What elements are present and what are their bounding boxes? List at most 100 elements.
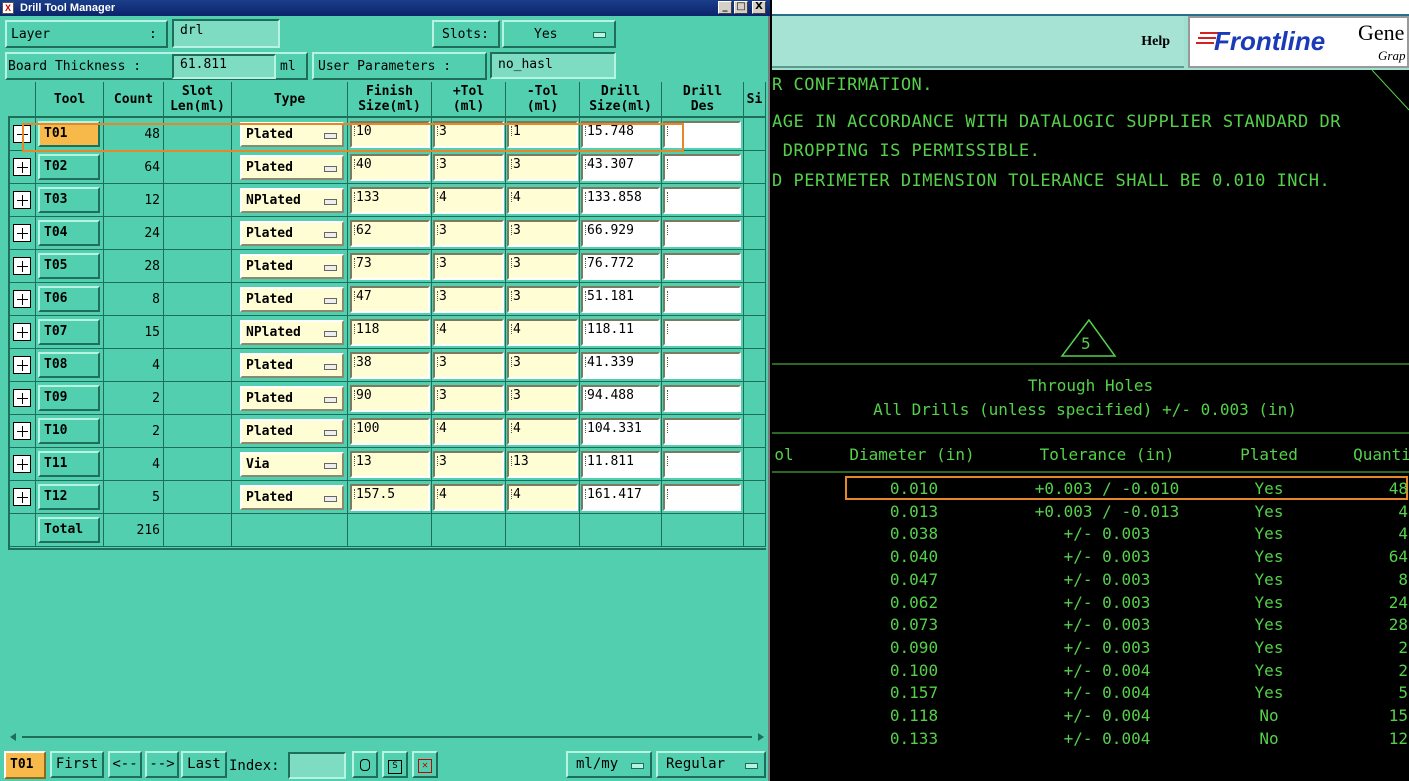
minus-tol-input[interactable]: 3 bbox=[507, 220, 578, 247]
minus-tol-input[interactable]: 3 bbox=[507, 253, 578, 280]
drill-size-input[interactable]: 41.339 bbox=[581, 352, 660, 379]
drill-des-input[interactable] bbox=[663, 385, 741, 412]
minus-tol-input[interactable]: 3 bbox=[507, 286, 578, 313]
slots-dropdown[interactable]: Yes bbox=[502, 20, 616, 48]
finish-size-input[interactable]: 13 bbox=[350, 451, 430, 478]
type-dropdown[interactable]: Plated bbox=[240, 386, 344, 411]
finish-size-input[interactable]: 10 bbox=[350, 121, 430, 148]
type-dropdown[interactable]: Plated bbox=[240, 419, 344, 444]
tool-button[interactable]: T10 bbox=[38, 418, 100, 444]
maximize-button[interactable]: □ bbox=[734, 1, 748, 14]
finish-size-input[interactable]: 47 bbox=[350, 286, 430, 313]
tool-button[interactable]: T11 bbox=[38, 451, 100, 477]
type-dropdown[interactable]: Plated bbox=[240, 155, 344, 180]
expand-icon[interactable] bbox=[13, 356, 31, 374]
plus-tol-input[interactable]: 3 bbox=[433, 385, 504, 412]
next-button[interactable]: --> bbox=[145, 751, 179, 778]
type-dropdown[interactable]: Plated bbox=[240, 353, 344, 378]
scroll-left-icon[interactable] bbox=[10, 733, 16, 741]
expand-icon[interactable] bbox=[13, 125, 31, 143]
type-dropdown[interactable]: Plated bbox=[240, 122, 344, 147]
tool-button[interactable]: T09 bbox=[38, 385, 100, 411]
finish-size-input[interactable]: 157.5 bbox=[350, 484, 430, 511]
minus-tol-input[interactable]: 4 bbox=[507, 418, 578, 445]
scroll-track[interactable] bbox=[22, 736, 752, 738]
drill-des-input[interactable] bbox=[663, 484, 741, 511]
type-dropdown[interactable]: NPlated bbox=[240, 188, 344, 213]
finish-size-input[interactable]: 100 bbox=[350, 418, 430, 445]
type-dropdown[interactable]: Via bbox=[240, 452, 344, 477]
scroll-right-icon[interactable] bbox=[758, 733, 764, 741]
tool-button[interactable]: T12 bbox=[38, 484, 100, 510]
type-dropdown[interactable]: NPlated bbox=[240, 320, 344, 345]
refresh-button[interactable]: S bbox=[382, 751, 408, 778]
drill-size-input[interactable]: 118.11 bbox=[581, 319, 660, 346]
find-button[interactable] bbox=[352, 751, 378, 778]
minus-tol-input[interactable]: 4 bbox=[507, 319, 578, 346]
drill-des-input[interactable] bbox=[663, 451, 741, 478]
expand-icon[interactable] bbox=[13, 290, 31, 308]
type-dropdown[interactable]: Plated bbox=[240, 485, 344, 510]
minus-tol-input[interactable]: 1 bbox=[507, 121, 578, 148]
drill-size-input[interactable]: 43.307 bbox=[581, 154, 660, 181]
drill-size-input[interactable]: 133.858 bbox=[581, 187, 660, 214]
expand-icon[interactable] bbox=[13, 389, 31, 407]
drill-size-input[interactable]: 94.488 bbox=[581, 385, 660, 412]
type-dropdown[interactable]: Plated bbox=[240, 287, 344, 312]
finish-size-input[interactable]: 73 bbox=[350, 253, 430, 280]
tool-button[interactable]: T01 bbox=[38, 121, 100, 147]
mode-dropdown[interactable]: Regular bbox=[656, 751, 766, 778]
board-thickness-input[interactable]: 61.811 bbox=[172, 54, 276, 79]
plus-tol-input[interactable]: 4 bbox=[433, 418, 504, 445]
minimize-button[interactable]: _ bbox=[718, 1, 732, 14]
last-button[interactable]: Last bbox=[181, 751, 227, 778]
tool-button[interactable]: T05 bbox=[38, 253, 100, 279]
drill-des-input[interactable] bbox=[663, 154, 741, 181]
plus-tol-input[interactable]: 3 bbox=[433, 286, 504, 313]
plus-tol-input[interactable]: 3 bbox=[433, 154, 504, 181]
drill-size-input[interactable]: 104.331 bbox=[581, 418, 660, 445]
drill-size-input[interactable]: 15.748 bbox=[581, 121, 660, 148]
close-button[interactable]: X bbox=[752, 1, 766, 14]
type-dropdown[interactable]: Plated bbox=[240, 254, 344, 279]
tool-button[interactable]: T03 bbox=[38, 187, 100, 213]
expand-icon[interactable] bbox=[13, 422, 31, 440]
drill-size-input[interactable]: 51.181 bbox=[581, 286, 660, 313]
plus-tol-input[interactable]: 3 bbox=[433, 121, 504, 148]
user-params-input[interactable]: no_hasl bbox=[490, 52, 616, 79]
expand-icon[interactable] bbox=[13, 224, 31, 242]
plus-tol-input[interactable]: 3 bbox=[433, 220, 504, 247]
finish-size-input[interactable]: 118 bbox=[350, 319, 430, 346]
plus-tol-input[interactable]: 4 bbox=[433, 319, 504, 346]
type-dropdown[interactable]: Plated bbox=[240, 221, 344, 246]
help-button[interactable]: Help bbox=[772, 16, 1184, 68]
minus-tol-input[interactable]: 13 bbox=[507, 451, 578, 478]
finish-size-input[interactable]: 90 bbox=[350, 385, 430, 412]
plus-tol-input[interactable]: 4 bbox=[433, 484, 504, 511]
finish-size-input[interactable]: 133 bbox=[350, 187, 430, 214]
drill-size-input[interactable]: 11.811 bbox=[581, 451, 660, 478]
finish-size-input[interactable]: 38 bbox=[350, 352, 430, 379]
tool-button[interactable]: T06 bbox=[38, 286, 100, 312]
title-bar[interactable]: X Drill Tool Manager _ □ X bbox=[0, 0, 770, 16]
finish-size-input[interactable]: 62 bbox=[350, 220, 430, 247]
tool-button[interactable]: T04 bbox=[38, 220, 100, 246]
expand-icon[interactable] bbox=[13, 323, 31, 341]
first-button[interactable]: First bbox=[50, 751, 104, 778]
expand-icon[interactable] bbox=[13, 455, 31, 473]
drill-des-input[interactable] bbox=[663, 286, 741, 313]
index-input[interactable] bbox=[288, 752, 346, 779]
plus-tol-input[interactable]: 3 bbox=[433, 352, 504, 379]
tool-button[interactable]: T02 bbox=[38, 154, 100, 180]
plus-tol-input[interactable]: 3 bbox=[433, 451, 504, 478]
expand-icon[interactable] bbox=[13, 158, 31, 176]
finish-size-input[interactable]: 40 bbox=[350, 154, 430, 181]
minus-tol-input[interactable]: 3 bbox=[507, 154, 578, 181]
drill-des-input[interactable] bbox=[663, 121, 741, 148]
drill-des-input[interactable] bbox=[663, 220, 741, 247]
drill-size-input[interactable]: 161.417 bbox=[581, 484, 660, 511]
units-dropdown[interactable]: ml/my bbox=[566, 751, 652, 778]
minus-tol-input[interactable]: 3 bbox=[507, 385, 578, 412]
previous-button[interactable]: <-- bbox=[108, 751, 142, 778]
minus-tol-input[interactable]: 4 bbox=[507, 484, 578, 511]
